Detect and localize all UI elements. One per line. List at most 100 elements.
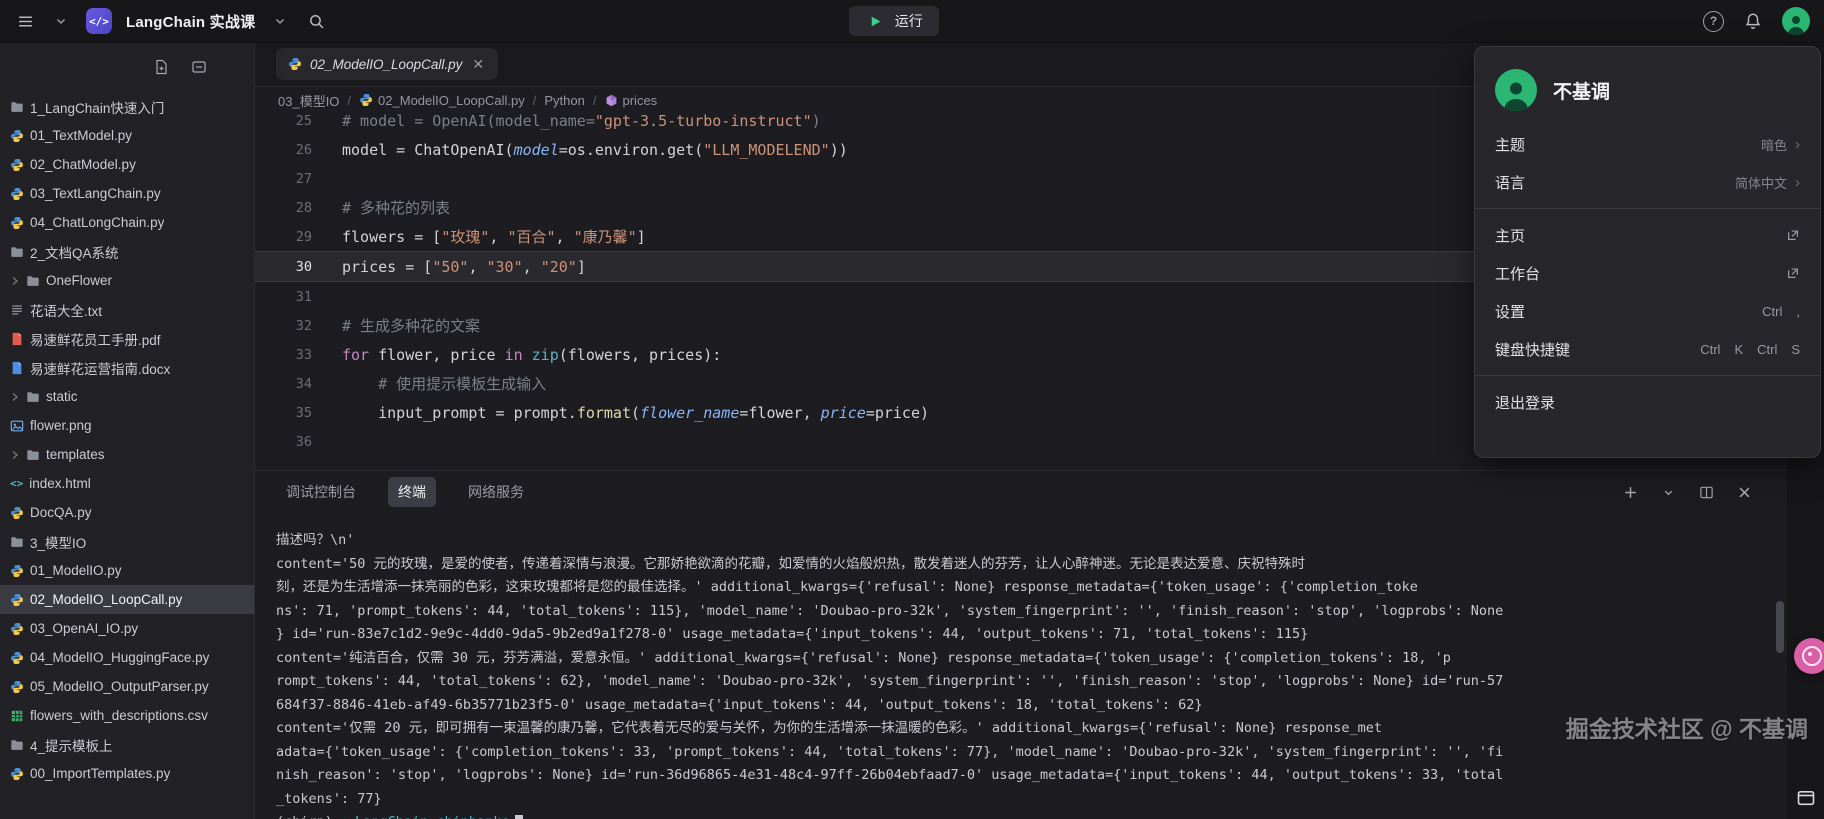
- terminal-scrollbar[interactable]: [1776, 601, 1784, 653]
- split-panel-icon[interactable]: [1695, 481, 1717, 503]
- run-button[interactable]: 运行: [849, 6, 939, 36]
- file-item[interactable]: 03_TextLangChain.py: [0, 179, 254, 208]
- file-item[interactable]: 03_OpenAI_IO.py: [0, 614, 254, 643]
- new-file-icon[interactable]: [150, 56, 172, 78]
- floating-action-button[interactable]: [1794, 638, 1824, 674]
- shortcut-key: K: [1734, 342, 1743, 357]
- file-item[interactable]: 02_ChatModel.py: [0, 150, 254, 179]
- editor-tab-active[interactable]: 02_ModelIO_LoopCall.py ✕: [276, 48, 498, 80]
- image-icon: [10, 419, 24, 433]
- line-number: 33: [254, 347, 312, 363]
- menu-item-logout[interactable]: 退出登录: [1475, 383, 1820, 421]
- breadcrumb-separator: /: [533, 93, 537, 108]
- tab-close-icon[interactable]: ✕: [470, 55, 486, 73]
- breadcrumb-item[interactable]: Python: [544, 93, 584, 108]
- panel-tab-debug-console[interactable]: 调试控制台: [276, 477, 366, 507]
- menu-item-label: 键盘快捷键: [1495, 339, 1570, 360]
- file-label: 01_ModelIO.py: [30, 563, 122, 578]
- chevron-right-icon: [10, 276, 20, 286]
- sidebar-actions: [0, 42, 254, 92]
- python-icon: [10, 187, 24, 201]
- menu-divider: [1475, 208, 1820, 209]
- code-text[interactable]: # 生成多种花的文案: [312, 315, 480, 336]
- code-text[interactable]: flowers = ["玫瑰", "百合", "康乃馨"]: [312, 226, 646, 247]
- code-text[interactable]: for flower, price in zip(flowers, prices…: [312, 346, 721, 364]
- code-text[interactable]: input_prompt = prompt.format(flower_name…: [312, 404, 929, 422]
- symbol-icon: [605, 94, 618, 107]
- file-item[interactable]: 04_ChatLongChain.py: [0, 208, 254, 237]
- file-item[interactable]: 01_ModelIO.py: [0, 556, 254, 585]
- menu-item-home[interactable]: 主页: [1475, 216, 1820, 254]
- panel-tab-network[interactable]: 网络服务: [458, 477, 534, 507]
- help-icon[interactable]: ?: [1703, 11, 1724, 32]
- file-item[interactable]: 易速鲜花运营指南.docx: [0, 353, 254, 382]
- menu-item-settings[interactable]: 设置Ctrl,: [1475, 292, 1820, 330]
- file-item[interactable]: static: [0, 382, 254, 411]
- python-icon: [288, 57, 302, 71]
- breadcrumb-item[interactable]: 03_模型IO: [278, 91, 339, 110]
- code-text[interactable]: prices = ["50", "30", "20"]: [312, 258, 586, 276]
- menu-item-right: Ctrl,: [1756, 304, 1800, 319]
- notifications-bell-icon[interactable]: [1742, 10, 1764, 32]
- menu-item-right: CtrlKCtrlS: [1694, 342, 1800, 357]
- file-item[interactable]: 3_模型IO: [0, 527, 254, 556]
- file-item[interactable]: 05_ModelIO_OutputParser.py: [0, 672, 254, 701]
- file-label: 02_ChatModel.py: [30, 157, 136, 172]
- terminal-line: _tokens': 77}: [276, 788, 1727, 812]
- breadcrumb-label: Python: [544, 93, 584, 108]
- menu-item-theme[interactable]: 主题暗色›: [1475, 125, 1820, 163]
- shortcut-key: S: [1791, 342, 1800, 357]
- file-label: templates: [46, 447, 105, 462]
- topbar-left: </> LangChain 实战课: [0, 8, 327, 34]
- search-icon[interactable]: [305, 10, 327, 32]
- code-text[interactable]: model = ChatOpenAI(model=os.environ.get(…: [312, 141, 848, 159]
- terminal-line: 描述吗？\n': [276, 529, 1727, 553]
- terminal-dropdown-chevron-icon[interactable]: [1657, 481, 1679, 503]
- file-item[interactable]: DocQA.py: [0, 498, 254, 527]
- close-panel-icon[interactable]: [1733, 481, 1755, 503]
- topbar: </> LangChain 实战课 运行 ?: [0, 0, 1824, 43]
- menu-item-right: [1786, 228, 1800, 242]
- file-label: 03_OpenAI_IO.py: [30, 621, 138, 636]
- file-item[interactable]: templates: [0, 440, 254, 469]
- file-item[interactable]: 04_ModelIO_HuggingFace.py: [0, 643, 254, 672]
- hamburger-menu-icon[interactable]: [14, 10, 36, 32]
- menu-item-shortcuts[interactable]: 键盘快捷键 CtrlKCtrlS: [1475, 330, 1820, 368]
- breadcrumb-item[interactable]: prices: [605, 93, 658, 108]
- code-text[interactable]: # 多种花的列表: [312, 197, 450, 218]
- menu-item-language[interactable]: 语言简体中文›: [1475, 163, 1820, 201]
- terminal-output[interactable]: 描述吗？\n'content='50 元的玫瑰，是爱的使者，传递着深情与浪漫。它…: [254, 513, 1787, 819]
- file-item[interactable]: 02_ModelIO_LoopCall.py: [0, 585, 254, 614]
- panel-tab-terminal[interactable]: 终端: [388, 477, 436, 507]
- file-item[interactable]: 4_提示模板上: [0, 730, 254, 759]
- code-text[interactable]: # model = OpenAI(model_name="gpt-3.5-tur…: [312, 114, 821, 130]
- python-icon: [10, 506, 24, 520]
- folder-icon: [10, 535, 24, 549]
- collapse-folders-icon[interactable]: [188, 56, 210, 78]
- terminal-line: nish_reason': 'stop', 'logprobs': None} …: [276, 764, 1727, 788]
- file-label: 易速鲜花员工手册.pdf: [30, 329, 161, 349]
- breadcrumb-separator: /: [593, 93, 597, 108]
- app-logo[interactable]: </>: [86, 8, 112, 34]
- file-item[interactable]: 易速鲜花员工手册.pdf: [0, 324, 254, 353]
- code-text[interactable]: # 使用提示模板生成输入: [312, 373, 546, 394]
- file-item[interactable]: 花语大全.txt: [0, 295, 254, 324]
- popout-window-icon[interactable]: [1796, 788, 1816, 813]
- file-item[interactable]: <>index.html: [0, 469, 254, 498]
- file-item[interactable]: 2_文档QA系统: [0, 237, 254, 266]
- folder-icon: [26, 274, 40, 288]
- file-item[interactable]: 1_LangChain快速入门: [0, 92, 254, 121]
- file-label: index.html: [29, 476, 91, 491]
- file-item[interactable]: flowers_with_descriptions.csv: [0, 701, 254, 730]
- title-chevron-down-icon[interactable]: [269, 10, 291, 32]
- file-item[interactable]: OneFlower: [0, 266, 254, 295]
- chevron-down-icon[interactable]: [50, 10, 72, 32]
- user-avatar[interactable]: [1782, 7, 1810, 35]
- file-item[interactable]: flower.png: [0, 411, 254, 440]
- new-terminal-icon[interactable]: [1619, 481, 1641, 503]
- menu-item-workbench[interactable]: 工作台: [1475, 254, 1820, 292]
- file-item[interactable]: 01_TextModel.py: [0, 121, 254, 150]
- terminal-cursor: [515, 815, 523, 819]
- file-item[interactable]: 00_ImportTemplates.py: [0, 759, 254, 788]
- breadcrumb-item[interactable]: 02_ModelIO_LoopCall.py: [359, 93, 525, 108]
